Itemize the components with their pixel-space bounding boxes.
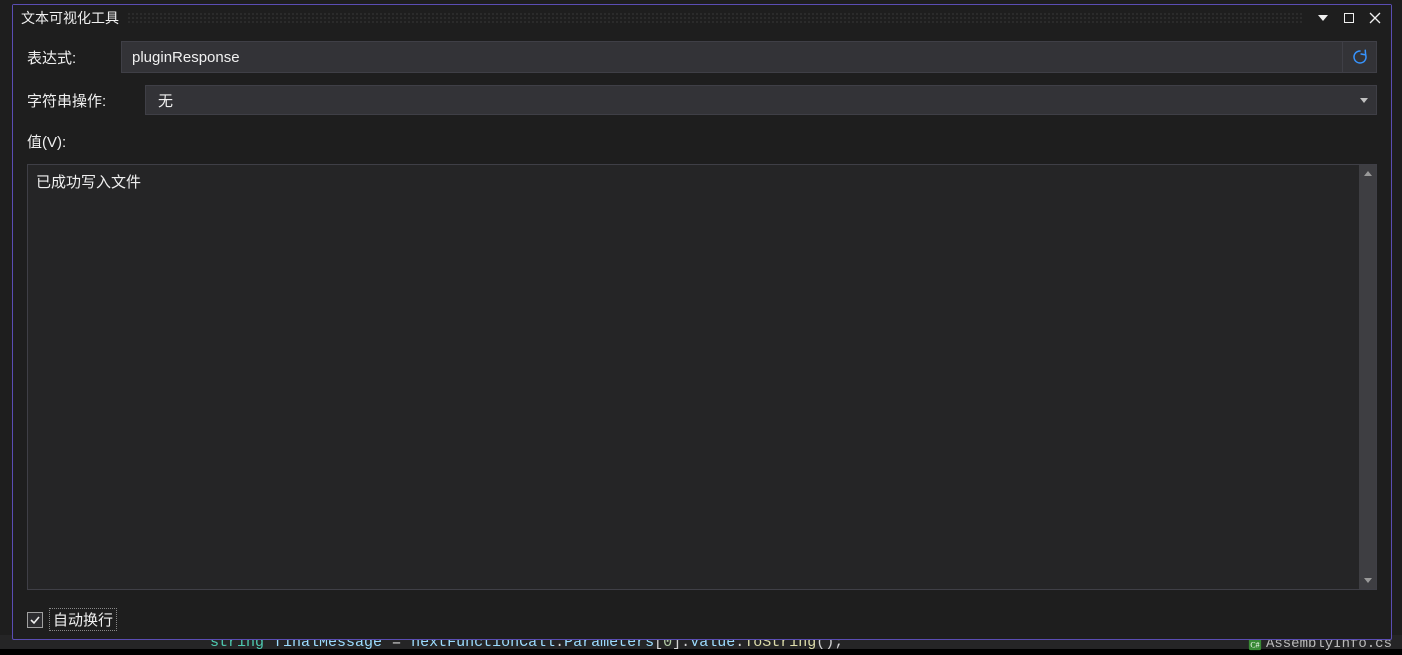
value-label: 值(V): bbox=[27, 131, 1377, 152]
text-visualizer-dialog: 文本可视化工具 表达式: bbox=[12, 4, 1392, 640]
expression-label: 表达式: bbox=[27, 47, 109, 68]
value-textarea-wrap: 已成功写入文件 bbox=[27, 164, 1377, 590]
svg-text:C#: C# bbox=[1250, 641, 1259, 650]
window-controls bbox=[1311, 7, 1387, 29]
close-button[interactable] bbox=[1363, 7, 1387, 29]
chevron-down-icon bbox=[1360, 98, 1368, 103]
close-icon bbox=[1369, 12, 1381, 24]
titlebar[interactable]: 文本可视化工具 bbox=[13, 5, 1391, 31]
window-menu-button[interactable] bbox=[1311, 7, 1335, 29]
scroll-down-button[interactable] bbox=[1359, 572, 1376, 589]
string-operation-select[interactable]: 无 bbox=[145, 85, 1377, 115]
wrap-checkbox[interactable] bbox=[27, 612, 43, 628]
arrow-down-icon bbox=[1364, 578, 1372, 583]
titlebar-grip[interactable] bbox=[127, 12, 1303, 24]
string-operation-label: 字符串操作: bbox=[27, 90, 133, 111]
string-operation-row: 字符串操作: 无 bbox=[27, 85, 1377, 115]
expression-input[interactable] bbox=[122, 42, 1342, 72]
chevron-down-icon bbox=[1318, 15, 1328, 21]
check-icon bbox=[29, 614, 41, 626]
window-title: 文本可视化工具 bbox=[21, 8, 119, 28]
string-operation-selected: 无 bbox=[158, 90, 1360, 111]
expression-row: 表达式: bbox=[27, 41, 1377, 73]
scroll-up-button[interactable] bbox=[1359, 165, 1376, 182]
wrap-label[interactable]: 自动换行 bbox=[49, 608, 117, 631]
maximize-icon bbox=[1344, 13, 1354, 23]
maximize-button[interactable] bbox=[1337, 7, 1361, 29]
dialog-content: 表达式: 字符串操作: 无 值(V): 已成功写入文件 bbox=[13, 31, 1391, 639]
refresh-button[interactable] bbox=[1342, 42, 1376, 72]
refresh-icon bbox=[1351, 48, 1369, 66]
expression-input-wrap bbox=[121, 41, 1377, 73]
vertical-scrollbar[interactable] bbox=[1359, 165, 1376, 589]
footer-row: 自动换行 bbox=[27, 608, 1377, 631]
value-textarea[interactable]: 已成功写入文件 bbox=[28, 165, 1359, 589]
arrow-up-icon bbox=[1364, 171, 1372, 176]
